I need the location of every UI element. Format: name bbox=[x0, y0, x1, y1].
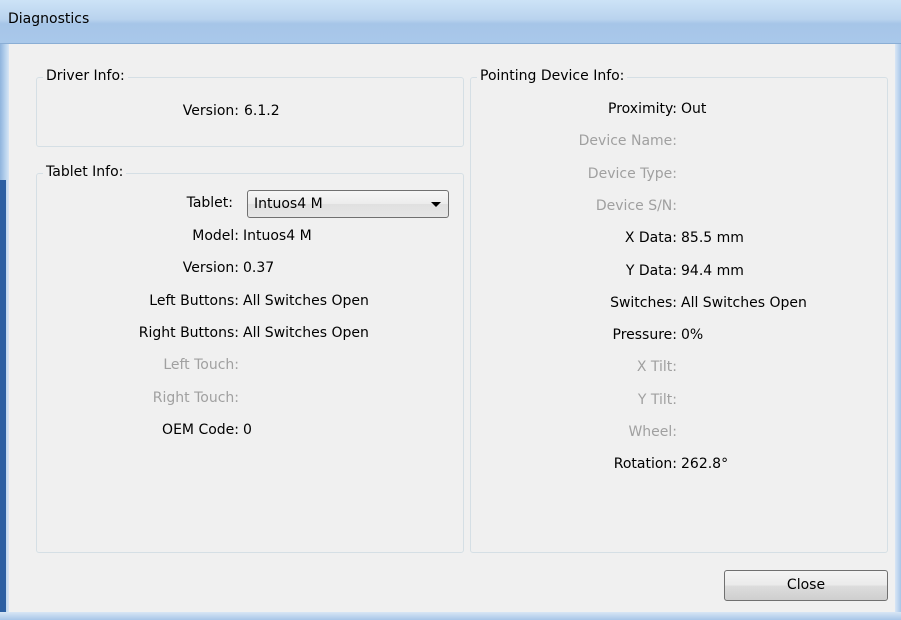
pointing-info-row: Device Type: bbox=[470, 166, 888, 188]
tablet-info-label: Version: bbox=[182, 260, 239, 277]
pointing-info-label: Device Type: bbox=[587, 165, 677, 182]
title-bar[interactable]: Diagnostics bbox=[0, 0, 901, 44]
diagnostics-window: Diagnostics Driver Info: Version: 6.1.2 … bbox=[0, 0, 901, 620]
tablet-info-label: Model: bbox=[192, 228, 239, 244]
pointing-info-label: Switches: bbox=[610, 294, 677, 311]
window-frame-bottom bbox=[0, 612, 901, 620]
driver-version-row: Version: 6.1.2 bbox=[36, 103, 464, 125]
window-title: Diagnostics bbox=[8, 11, 90, 27]
window-frame-left-shadow bbox=[0, 180, 6, 620]
pointing-info-label: X Tilt: bbox=[636, 359, 677, 376]
pointing-info-row: X Tilt: bbox=[470, 359, 888, 381]
pointing-info-row: Device Name: bbox=[470, 133, 888, 155]
tablet-info-label: OEM Code: bbox=[162, 421, 239, 438]
pointing-info-row: Y Data: 94.4 mm bbox=[470, 263, 888, 285]
tablet-dropdown-value: Intuos4 M bbox=[254, 196, 323, 212]
tablet-info-heading: Tablet Info: bbox=[43, 164, 127, 180]
window-frame-right bbox=[895, 44, 901, 620]
pointing-info-value: 0% bbox=[681, 327, 704, 344]
tablet-info-label: Left Touch: bbox=[163, 357, 239, 374]
pointing-info-label: Device S/N: bbox=[595, 197, 677, 214]
tablet-info-row: Model: Intuos4 M bbox=[36, 228, 464, 250]
tablet-info-label: Right Buttons: bbox=[138, 324, 239, 341]
pointing-info-label: Device Name: bbox=[578, 133, 677, 150]
tablet-info-value: 0.37 bbox=[243, 260, 275, 277]
pointing-info-value: 85.5 mm bbox=[681, 230, 744, 247]
tablet-info-value: All Switches Open bbox=[243, 324, 369, 341]
tablet-info-row: Right Buttons: All Switches Open bbox=[36, 325, 464, 347]
close-button[interactable]: Close bbox=[724, 570, 888, 601]
pointing-info-row: Wheel: bbox=[470, 424, 888, 446]
tablet-info-label: Right Touch: bbox=[152, 389, 239, 406]
pointing-info-label: Proximity: bbox=[608, 101, 677, 117]
pointing-info-label: Y Data: bbox=[625, 262, 677, 279]
tablet-info-value: All Switches Open bbox=[243, 292, 369, 309]
tablet-info-row: OEM Code: 0 bbox=[36, 422, 464, 444]
driver-version-label: Version: bbox=[182, 103, 239, 119]
pointing-info-label: Wheel: bbox=[628, 424, 677, 440]
pointing-info-row: Switches: All Switches Open bbox=[470, 295, 888, 317]
pointing-info-row: Device S/N: bbox=[470, 198, 888, 220]
tablet-info-row: Left Touch: bbox=[36, 357, 464, 379]
dialog-client-area: Driver Info: Version: 6.1.2 Tablet Info:… bbox=[9, 44, 895, 612]
tablet-select-label: Tablet: bbox=[186, 195, 233, 211]
pointing-info-value: 94.4 mm bbox=[681, 262, 744, 279]
pointing-info-row: X Data: 85.5 mm bbox=[470, 230, 888, 252]
pointing-device-info-heading: Pointing Device Info: bbox=[477, 68, 628, 84]
pointing-info-label: X Data: bbox=[624, 230, 677, 247]
pointing-info-row: Proximity: Out bbox=[470, 101, 888, 123]
driver-info-heading: Driver Info: bbox=[43, 68, 128, 84]
driver-version-value: 6.1.2 bbox=[244, 103, 280, 119]
tablet-info-value: 0 bbox=[243, 421, 252, 438]
chevron-down-icon bbox=[431, 202, 441, 207]
tablet-info-row: Left Buttons: All Switches Open bbox=[36, 293, 464, 315]
tablet-info-row: Right Touch: bbox=[36, 390, 464, 412]
pointing-info-row: Rotation: 262.8° bbox=[470, 456, 888, 478]
tablet-info-label: Left Buttons: bbox=[149, 292, 239, 309]
tablet-info-row: Version: 0.37 bbox=[36, 260, 464, 282]
pointing-info-value: 262.8° bbox=[681, 456, 729, 473]
pointing-info-label: Y Tilt: bbox=[637, 391, 677, 408]
pointing-info-row: Pressure: 0% bbox=[470, 327, 888, 349]
pointing-info-label: Pressure: bbox=[612, 327, 678, 344]
tablet-select-row: Tablet: bbox=[36, 195, 236, 217]
tablet-dropdown[interactable]: Intuos4 M bbox=[247, 190, 449, 218]
pointing-info-value: Out bbox=[681, 101, 707, 117]
tablet-info-value: Intuos4 M bbox=[243, 228, 312, 244]
pointing-info-row: Y Tilt: bbox=[470, 392, 888, 414]
pointing-info-label: Rotation: bbox=[613, 456, 677, 473]
pointing-info-value: All Switches Open bbox=[681, 294, 807, 311]
